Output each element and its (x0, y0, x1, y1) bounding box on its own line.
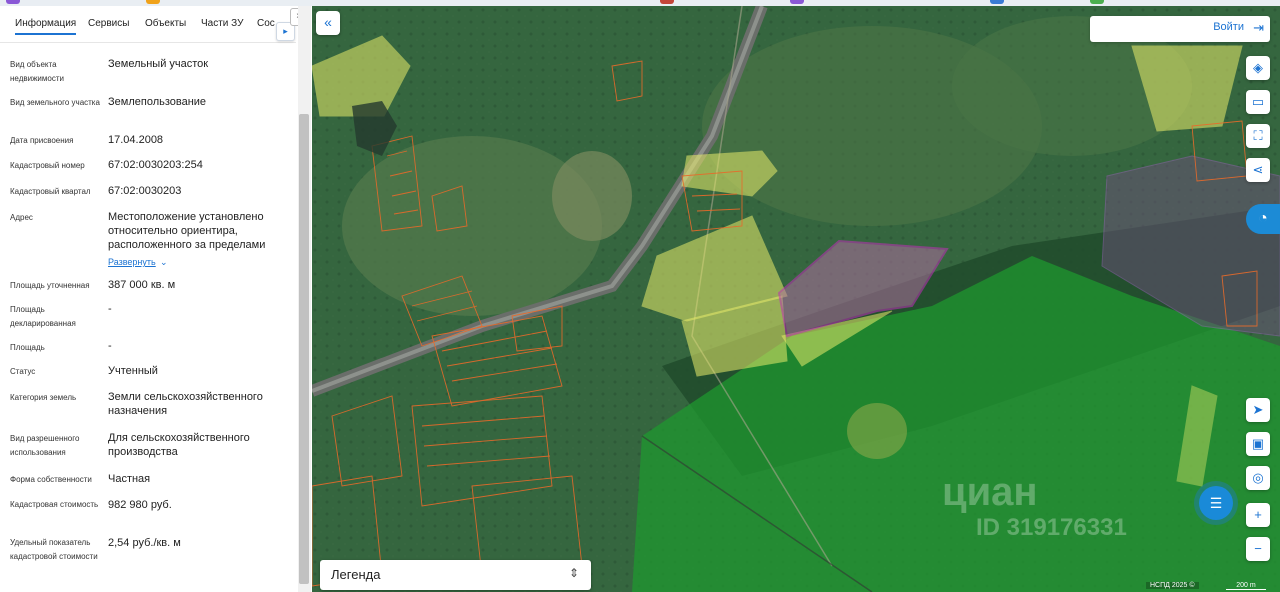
row-label: Площадь уточненная (10, 281, 90, 290)
row-label: Статус (10, 367, 36, 376)
row-value: - (108, 303, 112, 315)
assistant-badge-icon[interactable]: ◔ (1246, 204, 1280, 234)
row-value: 17.04.2008 (108, 134, 164, 146)
row-value: 67:02:0030203 (108, 185, 182, 197)
row-label: Адрес (10, 213, 33, 222)
row-value: Земельный участок (108, 58, 209, 70)
row-value: Землепользование (108, 96, 207, 108)
tab-land-parts[interactable]: Части ЗУ (201, 18, 243, 29)
row-value: - (108, 340, 112, 352)
map-canvas[interactable] (312, 6, 1280, 592)
zoom-out-button[interactable]: − (1246, 537, 1270, 561)
tab-composition[interactable]: Сос (257, 18, 275, 29)
row-value: Частная (108, 473, 151, 485)
map-attribution: НСПД 2025 © (1146, 582, 1199, 589)
tab-info[interactable]: Информация (15, 18, 77, 35)
screen-icon[interactable]: ▣ (1246, 432, 1270, 456)
legend-select[interactable]: Легенда ⇕ (320, 560, 591, 590)
tab-objects[interactable]: Объекты (145, 18, 186, 29)
layers-icon[interactable]: ◈ (1246, 56, 1270, 80)
row-label: Форма собственности (10, 475, 92, 484)
scale-bar: 200 m (1226, 582, 1266, 590)
status-value: Учтенный (108, 365, 158, 377)
legend-label: Легенда (331, 567, 381, 582)
share-icon[interactable]: ⋖ (1246, 158, 1270, 182)
ruler-icon[interactable]: ▭ (1246, 90, 1270, 114)
panel-scrollbar-thumb[interactable] (299, 114, 309, 584)
row-label: Кадастровая стоимость (10, 500, 99, 509)
row-label: Площадь (10, 343, 45, 352)
satellite-map (312, 6, 1280, 592)
row-label: Кадастровый квартал (10, 187, 91, 196)
row-label: Кадастровый номер (10, 161, 85, 170)
row-label: Категория земель (10, 393, 77, 402)
chevron-down-icon[interactable]: ⌄ (160, 257, 168, 268)
chevron-updown-icon: ⇕ (568, 566, 579, 580)
zoom-in-button[interactable]: + (1246, 503, 1270, 527)
row-label: Площадь декларированная (10, 305, 76, 328)
row-label: Вид земельного участка (10, 98, 100, 107)
row-value: 982 980 руб. (108, 499, 172, 511)
row-label: Вид разрешенного использования (10, 434, 80, 457)
info-panel: Информация Сервисы Объекты Части ЗУ Сос … (0, 6, 311, 592)
row-value: 387 000 кв. м (108, 279, 176, 291)
tab-services[interactable]: Сервисы (88, 18, 129, 29)
navigate-icon[interactable]: ➤ (1246, 398, 1270, 422)
tab-bar: Информация Сервисы Объекты Части ЗУ Сос … (0, 6, 308, 43)
browser-top-strip (0, 0, 1280, 6)
login-label: Войти (1213, 21, 1244, 33)
row-value: 2,54 руб./кв. м (108, 537, 181, 549)
address-value: Местоположение установлено относительно … (108, 211, 266, 251)
expand-link[interactable]: Развернуть (108, 257, 156, 267)
location-icon[interactable]: ◎ (1246, 466, 1270, 490)
watermark-brand: циан (942, 470, 1038, 514)
collapse-panel-button[interactable]: « (316, 11, 340, 35)
cadastral-number: 67:02:0030203:254 (108, 159, 203, 171)
row-value: Для сельскохозяйственного производства (108, 432, 250, 458)
select-area-icon[interactable]: ⛶ (1246, 124, 1270, 148)
row-value: Земли сельскохозяйственного назначения (108, 391, 263, 417)
chat-icon[interactable]: ☰ (1199, 486, 1233, 520)
watermark-id: ID 319176331 (976, 514, 1127, 541)
login-button[interactable]: Войти ⇥ (1090, 16, 1270, 42)
row-label: Вид объекта недвижимости (10, 60, 64, 83)
row-label: Удельный показатель кадастровой стоимост… (10, 538, 98, 561)
login-icon: ⇥ (1253, 20, 1264, 35)
row-label: Дата присвоения (10, 136, 74, 145)
